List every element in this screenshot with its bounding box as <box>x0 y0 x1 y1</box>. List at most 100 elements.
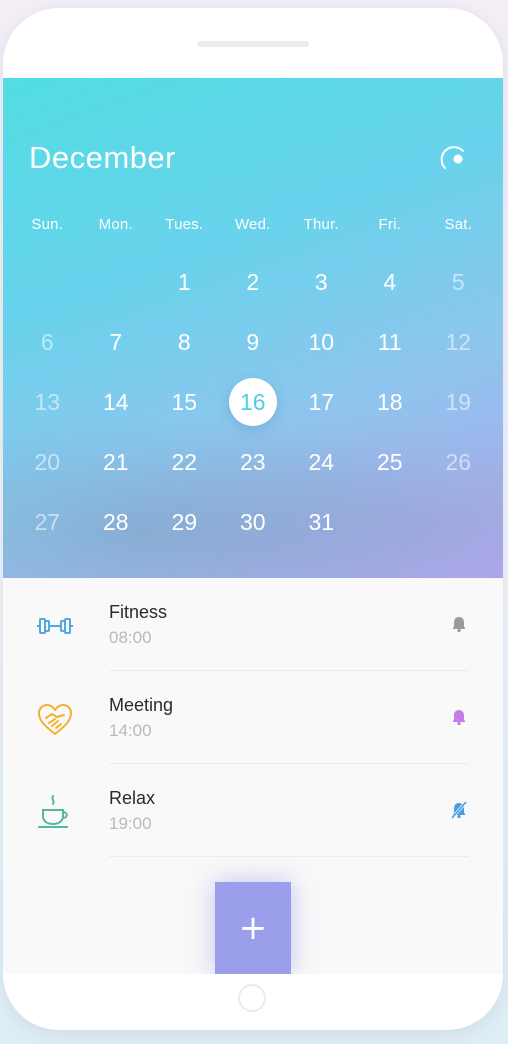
weekday-header: Sun. Mon. Tues. Wed. Thur. Fri. Sat. <box>13 216 493 240</box>
day-number: 18 <box>376 388 403 415</box>
bell-off-icon[interactable] <box>449 800 469 820</box>
day-number: 17 <box>308 388 335 415</box>
day-number: 28 <box>102 508 129 535</box>
day-cell[interactable]: 9 <box>219 312 288 372</box>
day-cell[interactable]: 30 <box>219 492 288 552</box>
day-number: 5 <box>451 268 465 295</box>
day-cell[interactable]: 6 <box>13 312 82 372</box>
weekday-label: Wed. <box>234 216 271 233</box>
day-number: 9 <box>246 328 260 355</box>
weekday-label: Fri. <box>378 216 401 233</box>
day-cell[interactable]: 31 <box>287 492 356 552</box>
day-number: 15 <box>171 388 198 415</box>
day-cell[interactable]: 2 <box>219 252 288 312</box>
day-cell[interactable]: 20 <box>13 432 82 492</box>
weekday-label: Sun. <box>31 216 64 233</box>
day-cell[interactable]: 18 <box>356 372 425 432</box>
day-number: 16 <box>228 378 277 426</box>
coffee-cup-icon <box>38 795 68 828</box>
day-cell[interactable]: 19 <box>424 372 493 432</box>
divider <box>109 856 469 857</box>
event-item-meeting[interactable]: Meeting 14:00 <box>3 671 503 764</box>
weekday-label: Sat. <box>444 216 472 233</box>
day-number: 27 <box>34 508 61 535</box>
day-grid: 1 2 3 4 5 6 7 8 9 10 11 12 13 14 15 16 17 18 19 20 21 22 23 24 2… <box>13 252 493 552</box>
day-cell[interactable]: 23 <box>219 432 288 492</box>
weekday-label: Mon. <box>98 216 133 233</box>
day-cell[interactable]: 24 <box>287 432 356 492</box>
empty-day-cell <box>424 492 493 552</box>
day-number: 8 <box>177 328 191 355</box>
day-cell[interactable]: 8 <box>150 312 219 372</box>
day-number: 23 <box>239 448 266 475</box>
day-cell[interactable]: 28 <box>82 492 151 552</box>
event-list: Fitness 08:00 Meeting 14:00 Relax 19:00 <box>3 578 503 857</box>
calendar-header: December Sun. Mon. Tues. Wed. Thur. Fri.… <box>3 78 503 578</box>
day-cell[interactable]: 11 <box>356 312 425 372</box>
event-title: Fitness <box>109 602 168 622</box>
bell-icon[interactable] <box>449 614 469 634</box>
day-number: 4 <box>383 268 397 295</box>
day-number: 21 <box>102 448 129 475</box>
event-item-fitness[interactable]: Fitness 08:00 <box>3 578 503 671</box>
day-number: 3 <box>314 268 328 295</box>
day-cell[interactable]: 25 <box>356 432 425 492</box>
weekday-label: Thur. <box>303 216 339 233</box>
day-cell[interactable]: 29 <box>150 492 219 552</box>
day-cell[interactable]: 7 <box>82 312 151 372</box>
day-number: 24 <box>308 448 335 475</box>
event-time: 14:00 <box>109 721 152 740</box>
day-number: 2 <box>246 268 260 295</box>
event-title: Meeting <box>109 695 174 715</box>
day-number: 13 <box>34 388 61 415</box>
empty-day-cell <box>13 252 82 312</box>
day-number: 29 <box>171 508 198 535</box>
day-cell[interactable]: 22 <box>150 432 219 492</box>
day-number: 1 <box>177 268 191 295</box>
day-number: 25 <box>376 448 403 475</box>
day-number: 12 <box>445 328 472 355</box>
day-cell[interactable]: 4 <box>356 252 425 312</box>
weekday-label: Tues. <box>165 216 204 233</box>
day-cell[interactable]: 15 <box>150 372 219 432</box>
event-title: Relax <box>109 788 156 808</box>
day-number: 22 <box>171 448 198 475</box>
day-cell[interactable]: 21 <box>82 432 151 492</box>
day-number: 14 <box>102 388 129 415</box>
event-time: 08:00 <box>109 628 152 647</box>
day-cell[interactable]: 16 <box>219 372 288 432</box>
day-cell[interactable]: 5 <box>424 252 493 312</box>
speaker-grille <box>197 41 309 47</box>
day-number: 6 <box>40 328 54 355</box>
day-number: 20 <box>34 448 61 475</box>
day-cell[interactable]: 1 <box>150 252 219 312</box>
day-cell[interactable]: 12 <box>424 312 493 372</box>
day-number: 26 <box>445 448 472 475</box>
day-cell[interactable]: 26 <box>424 432 493 492</box>
day-cell[interactable]: 3 <box>287 252 356 312</box>
day-number: 30 <box>239 508 266 535</box>
handshake-heart-icon <box>38 704 72 735</box>
day-cell[interactable]: 10 <box>287 312 356 372</box>
screen: December Sun. Mon. Tues. Wed. Thur. Fri.… <box>3 78 503 974</box>
day-cell[interactable]: 27 <box>13 492 82 552</box>
month-title: December <box>29 140 176 175</box>
event-time: 19:00 <box>109 814 152 833</box>
view-toggle-icon[interactable] <box>439 144 469 174</box>
day-number: 19 <box>445 388 472 415</box>
day-cell[interactable]: 17 <box>287 372 356 432</box>
empty-day-cell <box>82 252 151 312</box>
bell-icon[interactable] <box>449 707 469 727</box>
day-cell[interactable]: 14 <box>82 372 151 432</box>
day-number: 7 <box>109 328 123 355</box>
phone-frame: December Sun. Mon. Tues. Wed. Thur. Fri.… <box>3 8 503 1030</box>
home-button[interactable] <box>238 984 266 1012</box>
empty-day-cell <box>356 492 425 552</box>
day-number: 11 <box>377 328 402 355</box>
event-item-relax[interactable]: Relax 19:00 <box>3 764 503 857</box>
add-event-button[interactable]: + <box>215 882 291 974</box>
dumbbell-icon <box>37 618 73 634</box>
day-cell[interactable]: 13 <box>13 372 82 432</box>
day-number: 31 <box>308 508 335 535</box>
day-number: 10 <box>308 328 335 355</box>
